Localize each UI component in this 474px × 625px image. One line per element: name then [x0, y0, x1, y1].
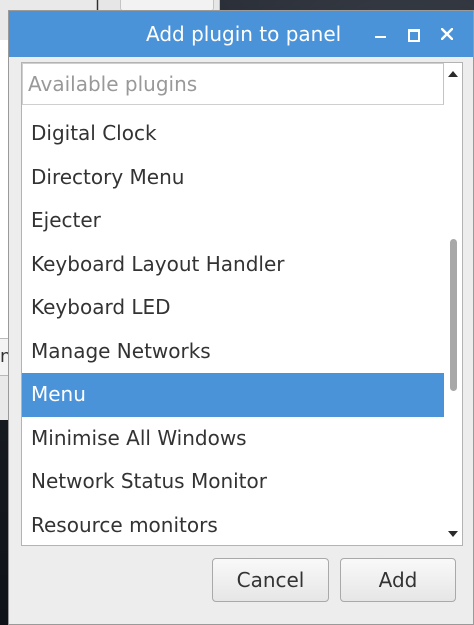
minimize-button[interactable]	[367, 19, 395, 49]
list-item[interactable]: Minimise All Windows	[22, 417, 444, 461]
scrollbar-thumb[interactable]	[450, 239, 457, 391]
list-item[interactable]: Network Status Monitor	[22, 460, 444, 504]
list-column-header[interactable]: Available plugins	[22, 63, 444, 105]
close-button[interactable]	[433, 19, 461, 49]
scroll-up-arrow-icon[interactable]	[448, 71, 458, 77]
list-item[interactable]: Resource monitors	[22, 504, 444, 546]
list-item[interactable]: Directory Menu	[22, 156, 444, 200]
list-item[interactable]: Keyboard LED	[22, 286, 444, 330]
add-plugin-dialog: Add plugin to panel Available plugins Di…	[8, 10, 474, 625]
list-item[interactable]: Keyboard Layout Handler	[22, 243, 444, 287]
list-item-selected[interactable]: Menu	[22, 373, 444, 417]
list-item[interactable]: Manage Networks	[22, 330, 444, 374]
dialog-titlebar[interactable]: Add plugin to panel	[9, 11, 473, 57]
maximize-button[interactable]	[399, 19, 427, 49]
dialog-title: Add plugin to panel	[146, 22, 342, 46]
minimize-icon	[375, 36, 386, 38]
maximize-icon	[408, 29, 420, 42]
list-scrollbar[interactable]	[445, 63, 462, 545]
close-icon	[441, 28, 453, 40]
cancel-button[interactable]: Cancel	[212, 558, 329, 602]
scroll-down-arrow-icon[interactable]	[448, 531, 458, 537]
list-column-header-label: Available plugins	[28, 72, 198, 96]
list-item[interactable]: Digital Clock	[22, 112, 444, 156]
plugin-list-items: Digital Clock Directory Menu Ejecter Key…	[22, 112, 444, 546]
list-item[interactable]: Ejecter	[22, 199, 444, 243]
plugin-list: Available plugins Digital Clock Director…	[21, 62, 463, 546]
add-button[interactable]: Add	[340, 558, 456, 602]
